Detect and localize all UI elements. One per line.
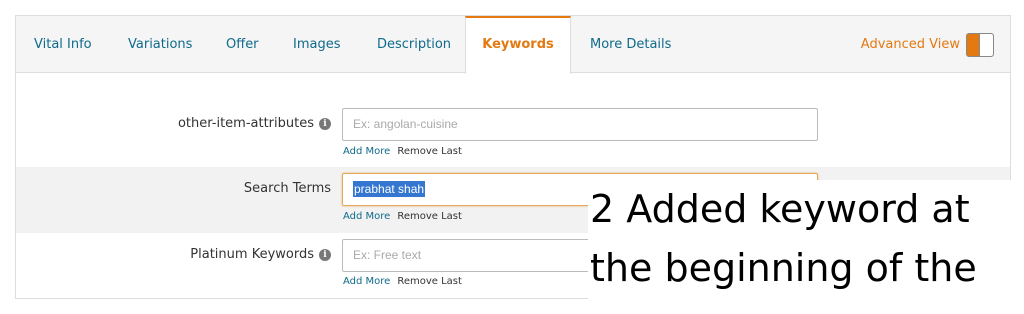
annotation-line-2: the beginning of the (590, 246, 977, 290)
add-more-link[interactable]: Add More (343, 276, 390, 287)
tab-variations[interactable]: Variations (128, 16, 192, 73)
annotation-caption: 2 Added keyword at the beginning of the (588, 180, 1024, 314)
tab-keywords[interactable]: Keywords (465, 16, 571, 74)
remove-last-link[interactable]: Remove Last (397, 146, 462, 157)
remove-last-link[interactable]: Remove Last (397, 276, 462, 287)
field-label: other-item-attributes i (178, 116, 331, 131)
info-icon[interactable]: i (319, 248, 331, 261)
selected-text: prabhat shah (353, 181, 426, 197)
annotation-line-1: 2 Added keyword at (590, 187, 970, 231)
other-item-attributes-input[interactable]: Ex: angolan-cuisine (342, 108, 818, 141)
field-label-text: Platinum Keywords (190, 247, 314, 262)
tab-images[interactable]: Images (293, 16, 341, 73)
toggle-knob (979, 34, 993, 56)
advanced-view-toggle[interactable] (966, 33, 994, 57)
tab-offer[interactable]: Offer (226, 16, 259, 73)
advanced-view-label: Advanced View (860, 37, 960, 52)
field-label: Platinum Keywords i (190, 247, 331, 262)
field-label: Search Terms (244, 181, 331, 196)
info-icon[interactable]: i (319, 117, 331, 130)
input-placeholder: Ex: Free text (353, 248, 422, 262)
tab-more-details[interactable]: More Details (590, 16, 671, 73)
add-more-link[interactable]: Add More (343, 211, 390, 222)
tab-description[interactable]: Description (377, 16, 451, 73)
remove-last-link[interactable]: Remove Last (397, 211, 462, 222)
field-label-text: other-item-attributes (177, 116, 314, 131)
field-actions: Add More Remove Last (343, 146, 462, 157)
field-actions: Add More Remove Last (343, 211, 462, 222)
tab-bar: Vital Info Variations Offer Images Descr… (16, 16, 1010, 74)
field-actions: Add More Remove Last (343, 276, 462, 287)
advanced-view-control: Advanced View (861, 32, 994, 58)
field-row-other-item-attributes: other-item-attributes i Ex: angolan-cuis… (16, 96, 1010, 166)
tab-vital-info[interactable]: Vital Info (34, 16, 92, 73)
field-label-text: Search Terms (243, 181, 331, 196)
add-more-link[interactable]: Add More (343, 146, 390, 157)
input-placeholder: Ex: angolan-cuisine (353, 117, 458, 131)
